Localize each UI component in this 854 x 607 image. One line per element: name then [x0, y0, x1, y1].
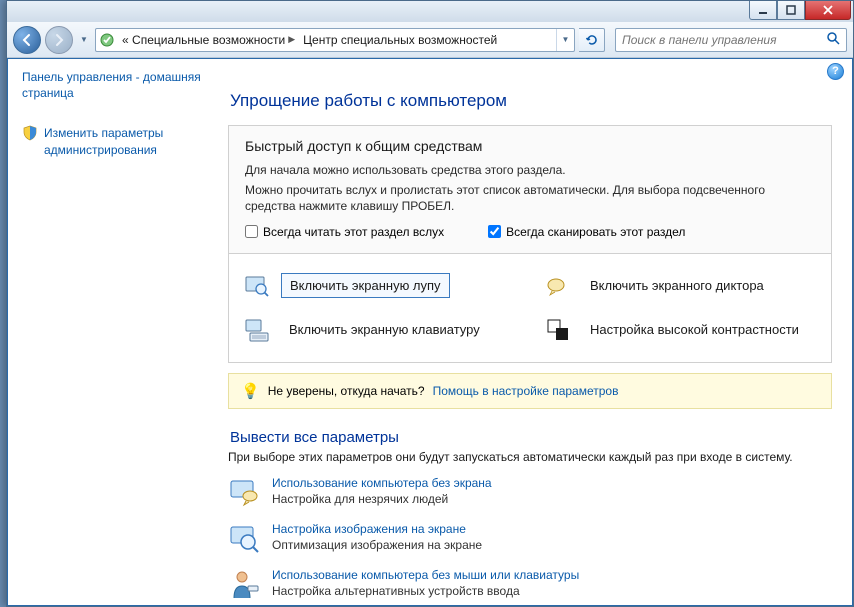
- all-params-heading: Вывести все параметры: [230, 429, 832, 446]
- quick-desc-2: Можно прочитать вслух и пролистать этот …: [245, 182, 815, 214]
- option-desc: Оптимизация изображения на экране: [272, 538, 482, 552]
- tools-grid: Включить экранную лупу Включить экранног…: [228, 254, 832, 363]
- forward-button[interactable]: [45, 26, 73, 54]
- option-desc: Настройка альтернативных устройств ввода: [272, 584, 579, 598]
- help-icon[interactable]: ?: [827, 63, 844, 80]
- shield-icon: [22, 125, 38, 141]
- narrator-icon: [544, 272, 572, 300]
- sidebar: Панель управления - домашняя страница Из…: [8, 59, 222, 605]
- contrast-tool[interactable]: Настройка высокой контрастности: [544, 316, 817, 344]
- help-row: ?: [222, 59, 852, 83]
- quick-heading: Быстрый доступ к общим средствам: [245, 138, 815, 154]
- magnifier-icon: [243, 272, 271, 300]
- admin-settings-label: Изменить параметры администрирования: [44, 125, 208, 157]
- magnifier-label: Включить экранную лупу: [290, 278, 441, 293]
- navbar: ▼ « Специальные возможности ▶ Центр спец…: [7, 22, 853, 58]
- no-display-icon: [228, 476, 260, 508]
- address-bar[interactable]: « Специальные возможности ▶ Центр специа…: [95, 28, 575, 52]
- contrast-label: Настройка высокой контрастности: [590, 322, 799, 337]
- admin-settings-link[interactable]: Изменить параметры администрирования: [22, 125, 208, 157]
- minimize-button[interactable]: [749, 1, 777, 20]
- option-display-settings: Настройка изображения на экране Оптимиза…: [228, 522, 832, 554]
- always-read-checkbox[interactable]: Всегда читать этот раздел вслух: [245, 225, 444, 239]
- always-read-label: Всегда читать этот раздел вслух: [263, 225, 444, 239]
- main-content: Упрощение работы с компьютером Быстрый д…: [222, 83, 852, 605]
- hint-link[interactable]: Помощь в настройке параметров: [433, 384, 619, 398]
- option-link[interactable]: Настройка изображения на экране: [272, 522, 482, 536]
- magnifier-tool[interactable]: Включить экранную лупу: [243, 272, 516, 300]
- breadcrumb-text-1: Специальные возможности: [132, 33, 285, 47]
- address-dropdown-icon[interactable]: ▼: [556, 29, 574, 51]
- osk-label: Включить экранную клавиатуру: [289, 322, 480, 337]
- always-scan-label: Всегда сканировать этот раздел: [506, 225, 685, 239]
- quick-desc-1: Для начала можно использовать средства э…: [245, 162, 815, 178]
- breadcrumb-text-2: Центр специальных возможностей: [303, 33, 497, 47]
- refresh-button[interactable]: [579, 28, 605, 52]
- maximize-button[interactable]: [777, 1, 805, 20]
- location-icon: [96, 32, 118, 48]
- control-panel-home-link[interactable]: Панель управления - домашняя страница: [22, 69, 208, 101]
- always-scan-input[interactable]: [488, 225, 501, 238]
- chevron-right-icon: ▶: [288, 34, 295, 45]
- person-icon: [228, 568, 260, 600]
- breadcrumb-level-1[interactable]: « Специальные возможности ▶: [118, 29, 299, 51]
- option-link[interactable]: Использование компьютера без мыши или кл…: [272, 568, 579, 582]
- option-link[interactable]: Использование компьютера без экрана: [272, 476, 492, 490]
- hint-bar: 💡 Не уверены, откуда начать? Помощь в на…: [228, 373, 832, 409]
- history-dropdown-icon[interactable]: ▼: [77, 30, 91, 50]
- all-params-desc: При выборе этих параметров они будут зап…: [228, 450, 832, 464]
- search-icon[interactable]: [826, 31, 840, 48]
- control-panel-window: ▼ « Специальные возможности ▶ Центр спец…: [6, 0, 854, 607]
- close-button[interactable]: [805, 1, 851, 20]
- search-input[interactable]: [622, 33, 826, 47]
- narrator-tool[interactable]: Включить экранного диктора: [544, 272, 817, 300]
- option-desc: Настройка для незрячих людей: [272, 492, 492, 506]
- narrator-label: Включить экранного диктора: [590, 278, 764, 293]
- keyboard-icon: [243, 316, 271, 344]
- quick-access-box: Быстрый доступ к общим средствам Для нач…: [228, 125, 832, 254]
- page-title: Упрощение работы с компьютером: [230, 91, 832, 111]
- always-read-input[interactable]: [245, 225, 258, 238]
- content-frame: Панель управления - домашняя страница Из…: [7, 58, 853, 606]
- back-button[interactable]: [13, 26, 41, 54]
- option-no-mouse-keyboard: Использование компьютера без мыши или кл…: [228, 568, 832, 600]
- search-box[interactable]: [615, 28, 847, 52]
- lightbulb-icon: 💡: [241, 382, 260, 400]
- hint-text: Не уверены, откуда начать?: [268, 384, 425, 398]
- always-scan-checkbox[interactable]: Всегда сканировать этот раздел: [488, 225, 685, 239]
- display-settings-icon: [228, 522, 260, 554]
- breadcrumb-level-2[interactable]: Центр специальных возможностей: [299, 29, 501, 51]
- breadcrumb-prefix: «: [122, 33, 129, 47]
- contrast-icon: [544, 316, 572, 344]
- titlebar: [7, 1, 853, 22]
- osk-tool[interactable]: Включить экранную клавиатуру: [243, 316, 516, 344]
- option-no-display: Использование компьютера без экрана Наст…: [228, 476, 832, 508]
